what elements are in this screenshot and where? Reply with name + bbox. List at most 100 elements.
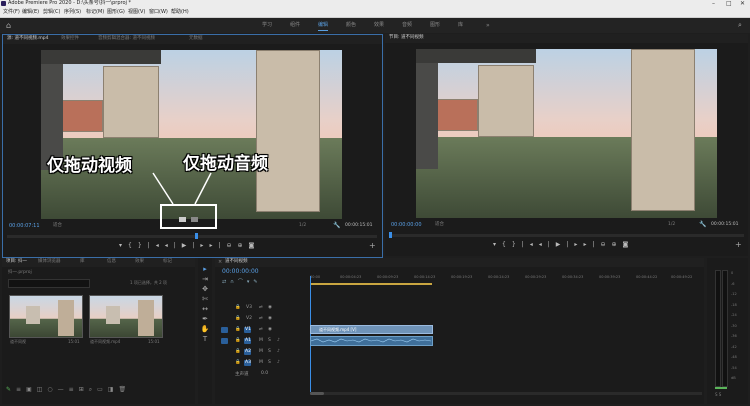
lock-icon[interactable]: 🔒: [235, 338, 241, 343]
source-patch-a1[interactable]: [221, 338, 228, 344]
menu-item-clip[interactable]: 剪辑(C): [43, 8, 60, 16]
zoom-slider-icon[interactable]: ○—: [47, 386, 68, 393]
minimize-icon[interactable]: –: [712, 0, 722, 7]
mute-icon[interactable]: M: [259, 338, 263, 343]
program-playhead[interactable]: [389, 232, 392, 238]
solo-icon[interactable]: S: [268, 349, 271, 354]
add-button-icon[interactable]: +: [369, 241, 376, 250]
tab-markers[interactable]: 标记: [163, 259, 172, 265]
go-to-in-icon[interactable]: |◂: [148, 242, 165, 249]
tab-project[interactable]: 项目: 抖一: [6, 259, 27, 265]
go-to-out-icon[interactable]: ▸|: [209, 242, 226, 249]
mute-icon[interactable]: M: [259, 360, 263, 365]
mic-icon[interactable]: ♪: [277, 360, 280, 365]
search-icon[interactable]: ⌕: [738, 21, 742, 30]
settings-icon[interactable]: ✎: [253, 279, 261, 285]
tab-program[interactable]: 节目: 道不同视频: [389, 35, 423, 41]
solo-icon[interactable]: S: [268, 360, 271, 365]
tab-sequence[interactable]: 道不同视频: [225, 259, 248, 265]
workspace-tab-effects[interactable]: 效果: [374, 21, 384, 30]
close-tab-icon[interactable]: ×: [218, 259, 222, 265]
tab-audio-clip-mixer[interactable]: 音频剪辑混合器: 道不同视频: [98, 36, 155, 42]
maximize-icon[interactable]: □: [726, 0, 736, 7]
automate-icon[interactable]: ⊞: [79, 386, 89, 393]
play-icon[interactable]: ▶: [182, 242, 193, 249]
extract-icon[interactable]: ⊕: [612, 241, 623, 248]
menu-item-file[interactable]: 文件(F): [3, 8, 20, 16]
snap-icon[interactable]: ∩: [230, 279, 238, 285]
sync-lock-icon[interactable]: ⇌: [259, 316, 263, 321]
lock-icon[interactable]: 🔒: [235, 327, 241, 332]
lock-icon[interactable]: 🔒: [235, 305, 241, 310]
icon-view-icon[interactable]: ▣: [26, 386, 37, 393]
hand-tool-icon[interactable]: ✋: [198, 324, 212, 334]
prog-add-marker-icon[interactable]: ▾: [493, 241, 502, 248]
mark-in-icon[interactable]: {: [128, 242, 138, 249]
tab-effects[interactable]: 效果: [135, 259, 144, 265]
master-value[interactable]: 0.0: [261, 371, 268, 376]
step-back-icon[interactable]: ◂|: [165, 242, 182, 249]
audio-clip-a1[interactable]: [310, 336, 433, 346]
workspace-tab-assembly[interactable]: 组件: [290, 21, 300, 30]
project-search-input[interactable]: [8, 279, 90, 288]
add-marker-icon[interactable]: ▾: [119, 242, 128, 249]
lift-icon[interactable]: ⊖: [600, 241, 611, 248]
more-workspaces-icon[interactable]: »: [486, 21, 490, 30]
prog-mark-out-icon[interactable]: }: [512, 241, 522, 248]
timeline-timecode[interactable]: 00:00:00:00: [222, 269, 259, 275]
prog-go-to-in-icon[interactable]: |◂: [522, 241, 539, 248]
source-scrub-bar[interactable]: [7, 235, 377, 238]
pen-tool-icon[interactable]: ✒: [198, 314, 212, 324]
solo-icon[interactable]: S: [268, 338, 271, 343]
timeline-playhead[interactable]: [310, 276, 311, 394]
menu-item-sequence[interactable]: 序列(S): [64, 8, 81, 16]
tab-info[interactable]: 信息: [107, 259, 116, 265]
mic-icon[interactable]: ♪: [277, 338, 280, 343]
meter-solo-buttons[interactable]: S S: [715, 392, 721, 398]
source-resolution-select[interactable]: 1/2: [299, 223, 306, 229]
program-resolution-select[interactable]: 1/2: [668, 222, 675, 228]
type-tool-icon[interactable]: T: [198, 334, 212, 344]
prog-go-to-out-icon[interactable]: ▸|: [583, 241, 600, 248]
nest-icon[interactable]: ⇄: [222, 279, 230, 285]
project-item-thumb[interactable]: [89, 295, 163, 338]
program-fit-select[interactable]: 适合: [435, 222, 444, 228]
workspace-tab-learn[interactable]: 学习: [262, 21, 272, 30]
menu-item-edit[interactable]: 编辑(E): [22, 8, 39, 16]
tab-effect-controls[interactable]: 效果控件: [61, 36, 79, 42]
program-timecode[interactable]: 00:00:00:00: [391, 222, 422, 228]
razor-tool-icon[interactable]: ✄: [198, 294, 212, 304]
eye-icon[interactable]: ◉: [268, 316, 272, 321]
tab-metadata[interactable]: 元数据: [189, 36, 203, 42]
list-view-icon[interactable]: ≡: [16, 386, 26, 393]
workspace-tab-audio[interactable]: 音频: [402, 21, 412, 30]
mic-icon[interactable]: ♪: [277, 349, 280, 354]
new-bin-icon[interactable]: ▭: [97, 386, 108, 393]
home-icon[interactable]: ⌂: [6, 21, 11, 30]
workspace-tab-libraries[interactable]: 库: [458, 21, 463, 30]
drag-audio-only-icon[interactable]: [191, 217, 198, 222]
work-area-bar[interactable]: [310, 283, 432, 285]
source-timecode[interactable]: 00:00:07:11: [9, 223, 40, 229]
program-wrench-icon[interactable]: 🔧: [699, 221, 706, 228]
step-forward-icon[interactable]: |▸: [192, 242, 209, 249]
project-item-thumb[interactable]: [9, 295, 83, 338]
slip-tool-icon[interactable]: ↔: [198, 304, 212, 314]
menu-item-graphics[interactable]: 图形(G): [107, 8, 125, 16]
sort-icon[interactable]: ≡: [69, 386, 79, 393]
tab-libraries[interactable]: 库: [80, 259, 85, 265]
workspace-tab-color[interactable]: 颜色: [346, 21, 356, 30]
program-add-button-icon[interactable]: +: [735, 240, 742, 249]
pencil-icon[interactable]: ✎: [6, 386, 16, 393]
source-fit-select[interactable]: 适合: [53, 223, 62, 229]
program-scrub-bar[interactable]: [389, 234, 744, 237]
prog-mark-in-icon[interactable]: {: [502, 241, 512, 248]
drag-video-only-icon[interactable]: [179, 217, 186, 222]
prog-export-frame-icon[interactable]: ◙: [623, 241, 635, 248]
mute-icon[interactable]: M: [259, 349, 263, 354]
new-item-icon[interactable]: ◨: [108, 386, 119, 393]
wrench-icon[interactable]: 🔧: [333, 222, 340, 229]
lock-icon[interactable]: 🔒: [235, 360, 241, 365]
selection-tool-icon[interactable]: ▸: [198, 264, 212, 274]
linked-selection-icon[interactable]: ⌒: [238, 279, 247, 285]
